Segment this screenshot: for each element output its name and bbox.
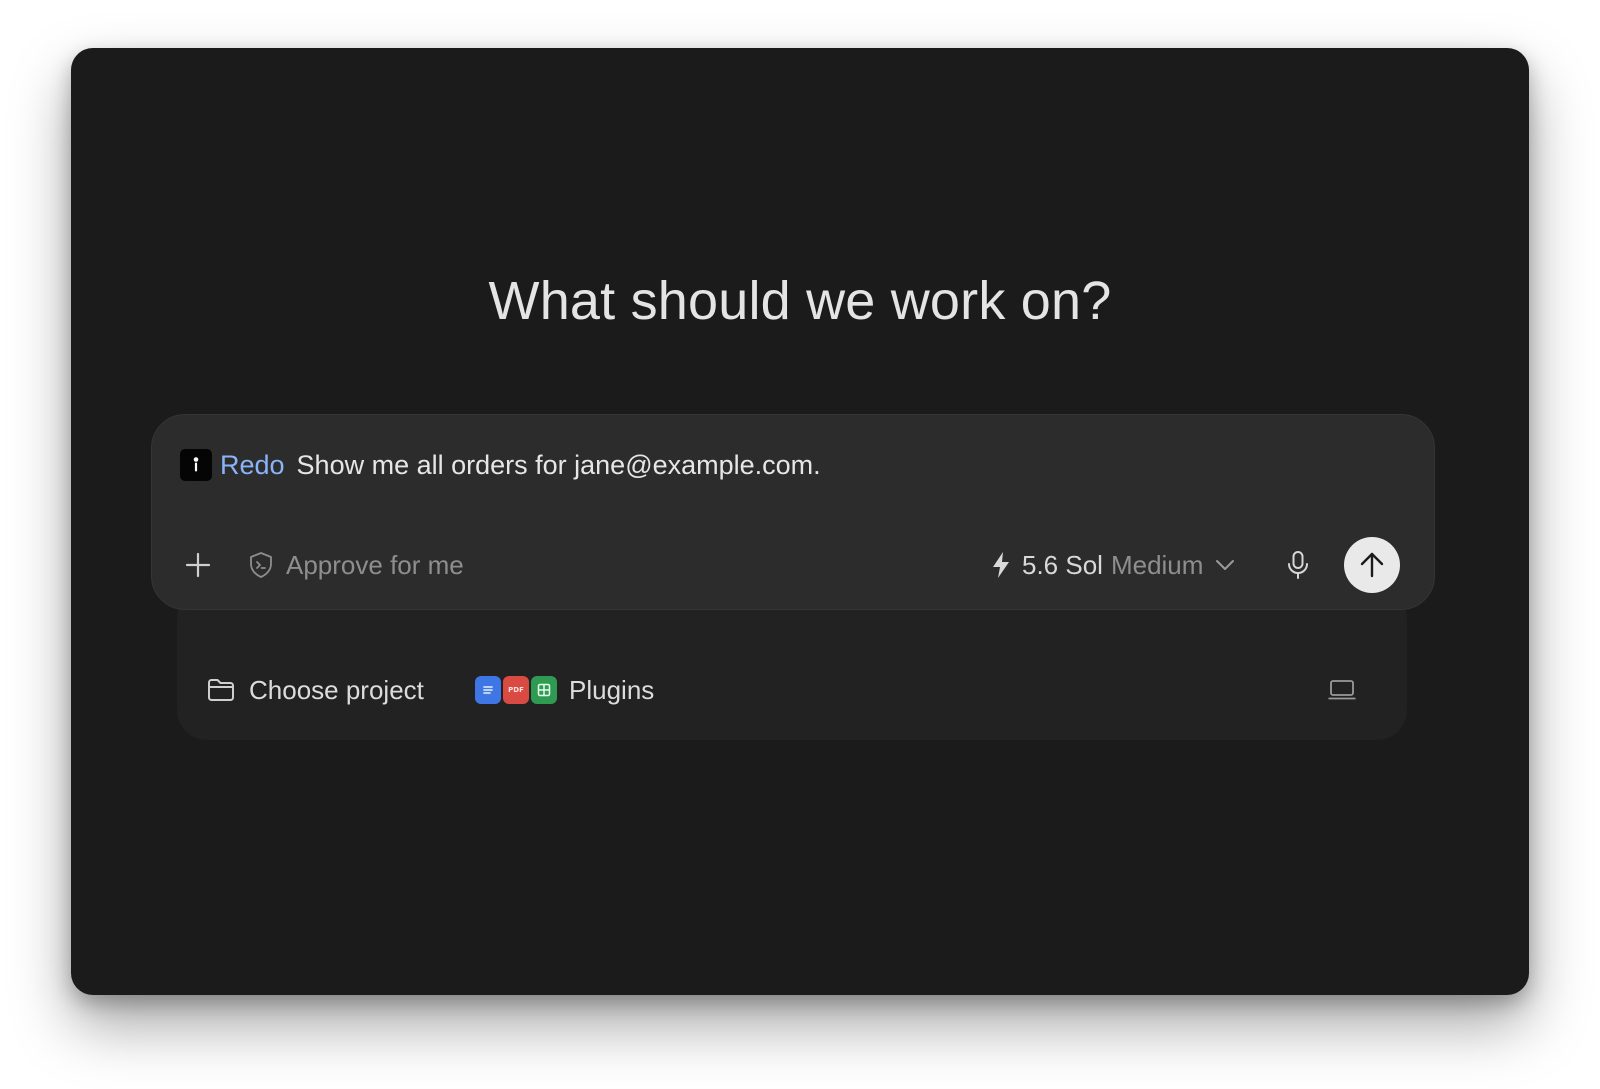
plus-icon: [185, 552, 211, 578]
microphone-icon: [1288, 551, 1308, 579]
add-attachment-button[interactable]: [180, 547, 216, 583]
docs-icon: [473, 674, 503, 706]
local-device-button[interactable]: [1325, 673, 1359, 707]
app-logo-icon: [180, 449, 212, 481]
model-version: 5.6 Sol: [1022, 549, 1103, 580]
sheets-icon: [529, 674, 559, 706]
model-selector[interactable]: 5.6 Sol Medium: [990, 547, 1235, 583]
model-effort: Medium: [1110, 549, 1204, 580]
pdf-badge-text: PDF: [508, 686, 524, 694]
laptop-icon: [1328, 680, 1356, 700]
prompt-text: Show me all orders for jane@example.com.: [296, 449, 821, 480]
plugins-label: Plugins: [569, 674, 655, 705]
arrow-up-icon: [1360, 552, 1384, 578]
chevron-down-icon: [1216, 560, 1235, 570]
voice-input-button[interactable]: [1278, 545, 1318, 585]
lightning-icon: [993, 552, 1009, 578]
prompt-composer[interactable]: Redo Show me all orders for jane@example…: [151, 414, 1435, 610]
plugins-button[interactable]: PDF Plugins: [473, 669, 654, 711]
pdf-icon: PDF: [501, 674, 531, 706]
plugin-icons: PDF: [473, 674, 559, 706]
folder-icon: [208, 679, 234, 701]
approve-for-me-toggle[interactable]: Approve for me: [248, 547, 464, 583]
composer-toolbar: Approve for me 5.6 Sol Medium: [152, 537, 1434, 593]
send-button[interactable]: [1344, 537, 1400, 593]
prompt-input[interactable]: Redo Show me all orders for jane@example…: [180, 449, 821, 481]
context-bar-row: Choose project PDF Plugins: [177, 667, 1407, 713]
page-title: What should we work on?: [488, 271, 1112, 331]
choose-project-button[interactable]: Choose project: [207, 671, 424, 709]
shield-icon: [250, 552, 272, 578]
app-mention[interactable]: Redo: [220, 450, 285, 481]
context-bar: Choose project PDF Plugins: [177, 588, 1407, 740]
choose-project-label: Choose project: [249, 674, 424, 705]
approve-label: Approve for me: [286, 549, 464, 580]
app-window: What should we work on? Choose project P…: [71, 48, 1529, 995]
